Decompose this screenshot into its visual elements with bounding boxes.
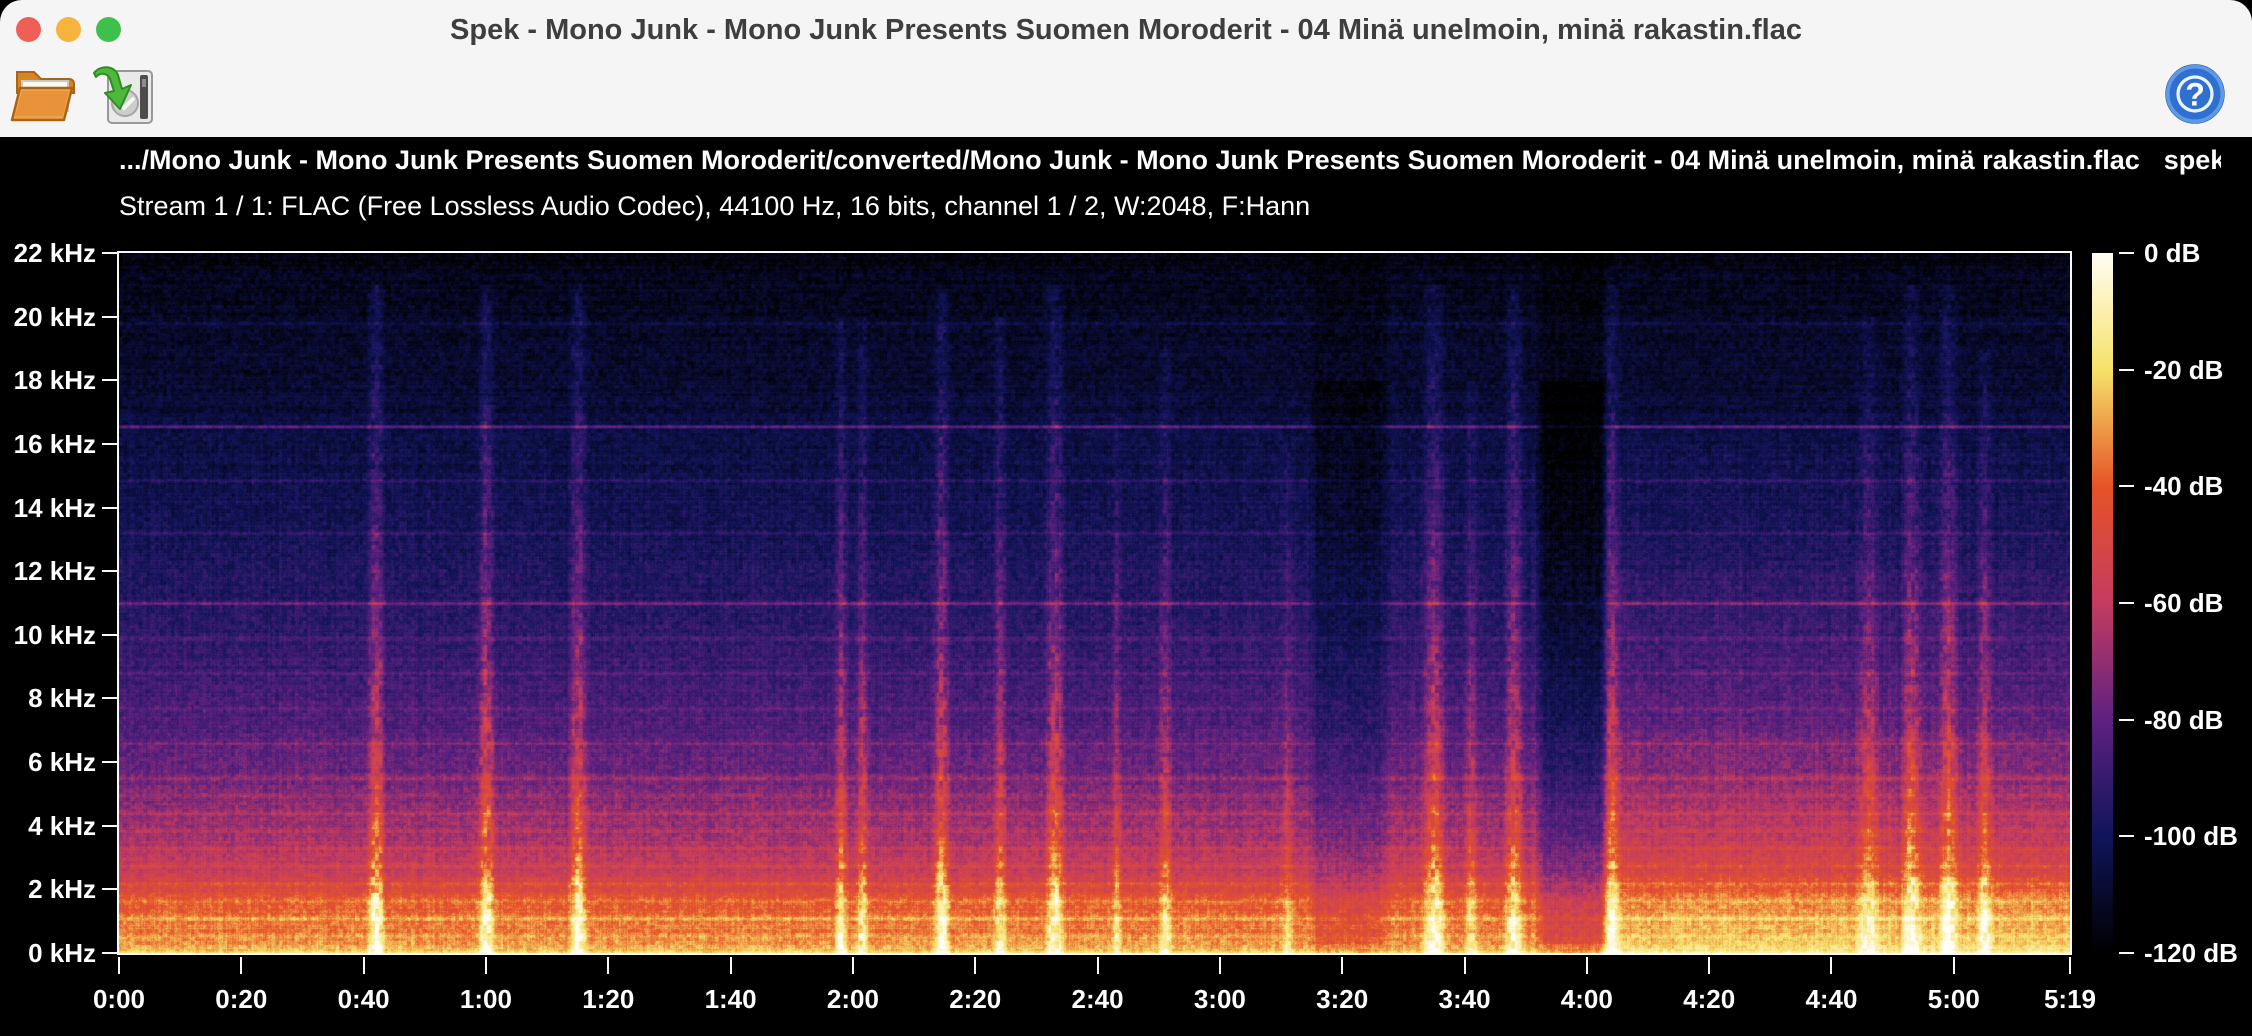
legend-tick: [2119, 369, 2134, 371]
y-axis-label: 12 kHz: [0, 555, 96, 587]
x-axis-tick: [974, 957, 976, 974]
legend-label: -120 dB: [2144, 937, 2252, 969]
x-axis-tick: [2069, 957, 2071, 974]
x-axis-label: 3:00: [1160, 983, 1280, 1015]
x-axis-label: 0:20: [181, 983, 301, 1015]
y-axis-tick: [102, 443, 118, 445]
x-axis-tick: [118, 957, 120, 974]
x-axis-label: 2:20: [915, 983, 1035, 1015]
y-axis-label: 22 kHz: [0, 237, 96, 269]
y-axis-tick: [102, 379, 118, 381]
x-axis-tick: [607, 957, 609, 974]
legend-label: 0 dB: [2144, 237, 2252, 269]
y-axis-label: 14 kHz: [0, 492, 96, 524]
y-axis-tick: [102, 761, 118, 763]
title-bar: Spek - Mono Junk - Mono Junk Presents Su…: [0, 0, 2252, 58]
legend-tick: [2119, 602, 2134, 604]
y-axis-tick: [102, 825, 118, 827]
close-button[interactable]: [16, 17, 41, 42]
x-axis-tick: [1830, 957, 1832, 974]
y-axis-tick: [102, 634, 118, 636]
legend-tick: [2119, 835, 2134, 837]
y-axis-label: 18 kHz: [0, 364, 96, 396]
spectrogram-canvas: [119, 253, 2070, 953]
y-axis-label: 0 kHz: [0, 937, 96, 969]
open-file-button[interactable]: [8, 60, 82, 132]
y-axis-tick: [102, 952, 118, 954]
y-axis-tick: [102, 888, 118, 890]
legend-label: -40 dB: [2144, 470, 2252, 502]
x-axis-tick: [363, 957, 365, 974]
x-axis-tick: [1586, 957, 1588, 974]
spek-window: Spek - Mono Junk - Mono Junk Presents Su…: [0, 0, 2252, 1036]
svg-text:?: ?: [2185, 76, 2205, 112]
y-axis-tick: [102, 316, 118, 318]
legend-label: -80 dB: [2144, 704, 2252, 736]
y-axis-label: 16 kHz: [0, 428, 96, 460]
y-axis-tick: [102, 570, 118, 572]
y-axis-tick: [102, 697, 118, 699]
x-axis-label: 0:40: [304, 983, 424, 1015]
spectrogram-plot: [117, 251, 2072, 955]
x-axis-label: 2:40: [1038, 983, 1158, 1015]
legend-tick: [2119, 252, 2134, 254]
file-path: .../Mono Junk - Mono Junk Presents Suome…: [119, 145, 2140, 176]
y-axis-label: 2 kHz: [0, 873, 96, 905]
y-axis-tick: [102, 252, 118, 254]
save-spectrogram-button[interactable]: [86, 60, 160, 132]
x-axis-label: 1:00: [426, 983, 546, 1015]
x-axis-tick: [1708, 957, 1710, 974]
y-axis-tick: [102, 507, 118, 509]
x-axis-tick: [730, 957, 732, 974]
legend-tick: [2119, 485, 2134, 487]
folder-open-icon: [10, 118, 80, 133]
x-axis-label: 1:20: [548, 983, 668, 1015]
x-axis-tick: [1097, 957, 1099, 974]
x-axis-label: 5:00: [1894, 983, 2014, 1015]
x-axis-label: 4:20: [1649, 983, 1769, 1015]
x-axis-label: 4:40: [1771, 983, 1891, 1015]
x-axis-label: 3:40: [1405, 983, 1525, 1015]
window-title: Spek - Mono Junk - Mono Junk Presents Su…: [140, 0, 2112, 58]
zoom-button[interactable]: [96, 17, 121, 42]
legend-label: -20 dB: [2144, 354, 2252, 386]
x-axis-tick: [1219, 957, 1221, 974]
x-axis-tick: [1341, 957, 1343, 974]
toolbar: ?: [0, 58, 2252, 137]
help-button[interactable]: ?: [2160, 58, 2230, 128]
x-axis-tick: [1953, 957, 1955, 974]
y-axis-label: 6 kHz: [0, 746, 96, 778]
x-axis-label: 4:00: [1527, 983, 1647, 1015]
x-axis-label: 5:19: [2010, 983, 2130, 1015]
x-axis-label: 1:40: [671, 983, 791, 1015]
stream-info: Stream 1 / 1: FLAC (Free Lossless Audio …: [119, 191, 1310, 222]
app-name: spek: [2164, 145, 2221, 175]
legend-label: -100 dB: [2144, 820, 2252, 852]
x-axis-tick: [852, 957, 854, 974]
help-icon: ?: [2162, 114, 2228, 129]
y-axis-label: 20 kHz: [0, 301, 96, 333]
y-axis-label: 10 kHz: [0, 619, 96, 651]
legend-tick: [2119, 952, 2134, 954]
app-signature: spek0.8.5: [2140, 145, 2221, 176]
spectrogram-panel: .../Mono Junk - Mono Junk Presents Suome…: [0, 137, 2252, 1036]
y-axis-label: 8 kHz: [0, 682, 96, 714]
x-axis-tick: [240, 957, 242, 974]
y-axis-label: 4 kHz: [0, 810, 96, 842]
save-spectrogram-icon: [88, 118, 158, 133]
x-axis-label: 2:00: [793, 983, 913, 1015]
x-axis-tick: [1464, 957, 1466, 974]
legend-tick: [2119, 719, 2134, 721]
file-header: .../Mono Junk - Mono Junk Presents Suome…: [119, 145, 2221, 185]
x-axis-label: 3:20: [1282, 983, 1402, 1015]
legend-label: -60 dB: [2144, 587, 2252, 619]
x-axis-label: 0:00: [59, 983, 179, 1015]
legend-gradient-bar: [2092, 253, 2113, 953]
minimize-button[interactable]: [56, 17, 81, 42]
x-axis-tick: [485, 957, 487, 974]
